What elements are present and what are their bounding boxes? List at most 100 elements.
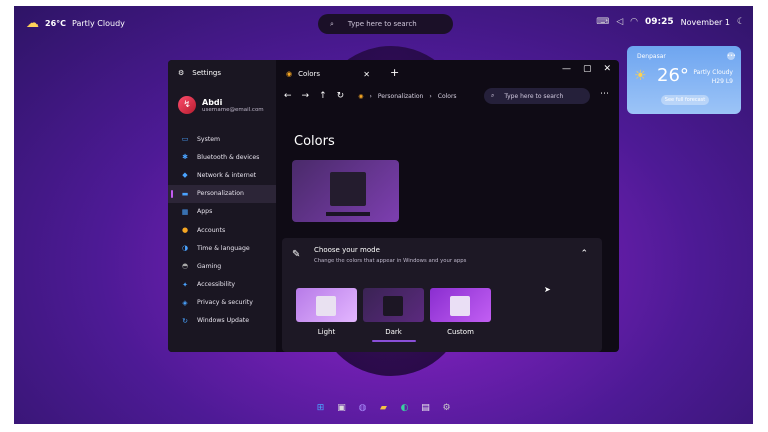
- sidebar-item-label: Accessibility: [197, 281, 236, 289]
- preview-card: [316, 296, 336, 316]
- preview-card: [383, 296, 403, 316]
- edge-icon[interactable]: ◐: [398, 402, 411, 415]
- nav-icon: ●: [181, 226, 189, 235]
- close-window-icon[interactable]: ✕: [603, 64, 611, 74]
- sidebar-item-accessibility[interactable]: ✦ Accessibility: [168, 276, 276, 294]
- clock-date[interactable]: November 1: [681, 18, 730, 27]
- refresh-icon[interactable]: ↻: [337, 91, 345, 101]
- maximize-icon[interactable]: ▢: [583, 64, 592, 74]
- back-arrow-icon[interactable]: ←: [284, 91, 292, 101]
- search-placeholder: Type here to search: [504, 92, 564, 100]
- sidebar-item-network-internet[interactable]: ◆ Network & internet: [168, 166, 276, 184]
- page-title: Colors: [294, 134, 335, 149]
- light-thumbnail: [296, 288, 357, 322]
- more-icon[interactable]: •••: [727, 52, 736, 60]
- volume-icon[interactable]: ◁: [616, 17, 623, 27]
- breadcrumb: ◉ › Personalization › Colors: [358, 93, 456, 100]
- search-icon: ⌕: [330, 19, 334, 28]
- mode-option-custom[interactable]: Custom: [430, 288, 491, 342]
- desktop: ☁ 26°C Partly Cloudy ⌕ Type here to sear…: [14, 6, 753, 424]
- task-view-icon[interactable]: ▣: [335, 402, 348, 415]
- widget-hi-lo: H29 L9: [711, 78, 733, 85]
- taskbar-search[interactable]: ⌕ Type here to search: [318, 14, 453, 34]
- settings-app-icon[interactable]: ⚙: [440, 402, 453, 415]
- window-controls: — ▢ ✕: [562, 64, 611, 74]
- mode-label: Dark: [385, 328, 402, 336]
- mode-subtitle: Change the colors that appear in Windows…: [314, 258, 467, 264]
- tab-colors[interactable]: ◉ Colors ✕: [278, 64, 376, 84]
- nav-icon: ✱: [182, 153, 188, 162]
- sidebar-item-time-language[interactable]: ◑ Time & language: [168, 239, 276, 257]
- mode-option-light[interactable]: Light: [296, 288, 357, 342]
- widget-temperature: 26°: [657, 65, 689, 86]
- mouse-cursor-icon: ➤: [544, 285, 551, 294]
- chevron-up-icon[interactable]: ⌃: [580, 249, 588, 259]
- chevron-right-icon: ›: [369, 92, 372, 100]
- clock-time[interactable]: 09:25: [645, 17, 674, 27]
- search-placeholder: Type here to search: [347, 20, 417, 28]
- sidebar-item-label: Privacy & security: [197, 299, 253, 307]
- weather-temp: 26°C: [45, 19, 67, 28]
- sidebar-item-system[interactable]: ▭ System: [168, 130, 276, 148]
- new-tab-button[interactable]: +: [390, 66, 399, 79]
- nav-icon: ▬: [181, 189, 189, 198]
- weather-widget[interactable]: Denpasar ••• ☀ 26° Partly Cloudy H29 L9 …: [627, 46, 741, 114]
- mode-label: Light: [317, 328, 336, 336]
- mode-option-dark[interactable]: Dark: [363, 288, 424, 342]
- breadcrumb-personalization[interactable]: Personalization: [378, 93, 424, 100]
- gear-icon: ⚙: [178, 69, 185, 77]
- sidebar-item-accounts[interactable]: ● Accounts: [168, 221, 276, 239]
- settings-title-label: Settings: [192, 69, 221, 77]
- settings-sidebar: ⚙ Settings ↯ Abdi username@email.com ▭ Sy…: [168, 60, 276, 352]
- sun-cloud-icon: ☀: [634, 68, 647, 84]
- windows-start-icon[interactable]: ⊞: [314, 402, 327, 415]
- sidebar-item-windows-update[interactable]: ↻ Windows Update: [168, 312, 276, 330]
- sidebar-item-label: Apps: [197, 208, 213, 216]
- user-profile[interactable]: ↯ Abdi username@email.com: [178, 96, 264, 114]
- minimize-icon[interactable]: —: [562, 64, 571, 74]
- chevron-right-icon: ›: [429, 92, 432, 100]
- custom-thumbnail: [430, 288, 491, 322]
- moon-icon[interactable]: ☾: [737, 17, 745, 27]
- sidebar-item-personalization[interactable]: ▬ Personalization: [168, 184, 276, 203]
- preview-window: [330, 172, 366, 206]
- settings-nav: ▭ System ✱ Bluetooth & devices ◆ Network & in…: [168, 130, 276, 330]
- avatar: ↯: [178, 96, 196, 114]
- mode-options: Light Dark Custom: [296, 288, 491, 342]
- sidebar-item-apps[interactable]: ▦ Apps: [168, 203, 276, 221]
- store-icon[interactable]: ▤: [419, 402, 432, 415]
- sidebar-item-gaming[interactable]: ◓ Gaming: [168, 257, 276, 275]
- nav-icon: ◓: [181, 262, 189, 271]
- brush-icon: ✎: [292, 249, 301, 260]
- settings-title: ⚙ Settings: [178, 69, 221, 77]
- forward-arrow-icon[interactable]: →: [302, 91, 310, 101]
- wifi-icon[interactable]: ◠: [630, 17, 638, 27]
- settings-search[interactable]: ⌕ Type here to search: [484, 88, 590, 104]
- file-explorer-icon[interactable]: ▰: [377, 402, 390, 415]
- taskbar: ⊞ ▣ ◍ ▰ ◐ ▤ ⚙: [314, 402, 453, 415]
- chat-icon[interactable]: ◍: [356, 402, 369, 415]
- sidebar-item-privacy-security[interactable]: ◈ Privacy & security: [168, 294, 276, 312]
- breadcrumb-colors[interactable]: Colors: [438, 93, 457, 100]
- sidebar-item-bluetooth-devices[interactable]: ✱ Bluetooth & devices: [168, 148, 276, 166]
- more-options-icon[interactable]: ⋯: [600, 89, 609, 99]
- dark-thumbnail: [363, 288, 424, 322]
- widget-location: Denpasar: [637, 53, 666, 60]
- mode-header[interactable]: ✎ Choose your mode Change the colors tha…: [282, 238, 602, 274]
- close-tab-icon[interactable]: ✕: [363, 70, 370, 79]
- up-arrow-icon[interactable]: ↑: [319, 91, 327, 101]
- nav-icon: ▭: [181, 135, 189, 144]
- nav-icon: ◆: [182, 171, 188, 180]
- weather-indicator[interactable]: ☁ 26°C Partly Cloudy: [26, 16, 125, 31]
- mode-title: Choose your mode: [314, 246, 380, 254]
- sidebar-item-label: Windows Update: [197, 317, 249, 325]
- sidebar-item-label: Gaming: [197, 262, 222, 270]
- navigation-toolbar: ← → ↑ ↻ ◉ › Personalization › Colors ⌕ T…: [276, 84, 619, 108]
- nav-icon: ▦: [181, 207, 189, 216]
- nav-icon: ↻: [182, 316, 188, 325]
- nav-icon: ◑: [181, 244, 189, 253]
- color-wheel-icon: ◉: [286, 70, 293, 78]
- full-forecast-button[interactable]: See full forecast: [661, 95, 709, 105]
- keyboard-icon[interactable]: ⌨: [596, 17, 609, 27]
- weather-desc: Partly Cloudy: [72, 19, 125, 28]
